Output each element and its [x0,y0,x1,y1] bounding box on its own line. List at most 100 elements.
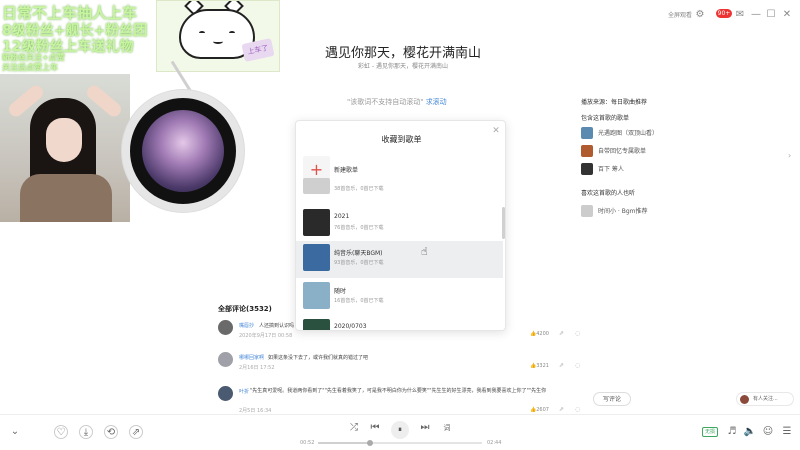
dialog-scrollbar[interactable] [502,207,505,239]
related-playlist[interactable]: 自带回忆专属歌单 [581,144,646,157]
playlist-cover [303,178,330,194]
progress-bar[interactable] [318,440,482,446]
volume-icon[interactable]: 🔈 [743,425,757,439]
close-button[interactable]: ✕ [780,8,794,22]
new-playlist-label: 新建歌单 [334,167,359,174]
comment-likes[interactable]: 👍4200 [530,331,549,337]
playlist-meta: 38首音乐，0首已下载 [334,186,384,192]
playlist-name: 随时 [334,288,347,295]
share-icon[interactable]: ⇗ [559,330,564,337]
fullscreen-label[interactable]: 全屏观看 [668,10,692,19]
avatar [740,395,749,404]
play-source[interactable]: 播放来源：每日歌曲推荐 [581,97,647,106]
comment-user[interactable]: 叶折 [239,388,249,395]
webcam-face [46,118,82,162]
playlist-row[interactable]: 随时 16首音乐，0首已下载 [296,279,503,316]
follow-notice[interactable]: 有人关注... [736,392,794,406]
related-playlist[interactable]: 百下 筹人 [581,162,624,175]
playlist-cover [303,244,330,271]
maximize-button[interactable]: ☐ [764,8,778,22]
playlists-heading: 包含这首歌的歌单 [581,115,630,122]
similar-listener[interactable]: 时间小 · Bgm推荐 [581,204,648,217]
comments-heading: 全部评论(3532) [218,305,272,313]
pause-button[interactable]: ⏸ [391,421,409,439]
share-icon[interactable]: ⇗ [559,406,564,413]
playlist-cover [303,282,330,309]
chevron-down-icon[interactable]: ⌄ [8,425,22,439]
close-icon[interactable]: ✕ [491,126,501,136]
comment-text: "先生真可爱呢。我道两你看到了""先生看着我笑了，可是我不明白你为什么要笑""先… [250,388,547,394]
playlist-row[interactable]: 2021 76首音乐，0首已下载 [296,206,503,243]
like-count: 2607 [536,407,549,413]
comment-time: 2月5日 16:34 [239,408,272,414]
comment-likes[interactable]: 👍3321 [530,363,549,369]
reply-icon[interactable]: ◌ [575,406,580,413]
vip-badge[interactable]: 90+ [716,9,732,18]
stream-overlay-text: 日常不上车抽人上车 8级粉丝+舰长+粉丝团 12级粉丝上车送礼物 新粉丝关注+点… [0,0,160,72]
progress-fill [318,442,371,444]
album-cover [142,110,224,192]
playlist-thumb [581,162,593,175]
comment-item: 哪哪回家啊 如果这条没下去了，或许我们就真的错过了吧 2月16日 17:52 👍… [218,352,598,374]
add-to-playlist-dialog: 收藏到歌单 ✕ + 新建歌单 38首音乐，0首已下载 2021 76首音乐，0首… [295,120,506,331]
music-player-window: 全屏观看 ⚙ 90+ ✉ — ☐ ✕ 日常不上车抽人上车 8级粉丝+舰长+粉丝团… [0,0,800,450]
comment-time: 2020年9月17日 00:58 [239,333,293,339]
cat-sticker: 上车了 [156,0,280,72]
playlist-thumb [581,144,593,157]
avatar[interactable] [218,352,233,367]
cat-mouth-icon [213,39,223,44]
playlist-meta: 16首音乐，0首已下载 [334,298,384,304]
like-count: 3321 [536,363,549,369]
comment-icon[interactable]: ⟲ [104,425,118,439]
share-icon[interactable]: ⇗ [559,362,564,369]
avatar[interactable] [218,386,233,401]
song-title: 遇见你那天，樱花开满南山 [325,46,482,61]
comment-user[interactable]: 哪哪回家啊 [239,354,264,361]
next-icon[interactable]: ⏭ [418,421,432,435]
listener-avatar [581,204,593,217]
playlist-icon[interactable]: ☰ [780,425,794,439]
request-scroll-link[interactable]: 求滚动 [426,98,447,106]
follow-notice-label: 有人关注... [753,396,778,402]
playlist-row-hovered[interactable]: 纯音乐(聊天BGM) 93首音乐，0首已下载 [296,241,503,278]
like-count: 4200 [536,331,549,337]
playlist-name: 光遇跑图（双顶山看） [598,130,659,137]
dialog-title: 收藏到歌单 [381,135,422,144]
playlist-name: 纯音乐(聊天BGM) [334,250,383,257]
playlist-name: 自带回忆专属歌单 [598,148,647,155]
cat-eye-icon [229,31,235,35]
total-time: 02:44 [487,440,502,446]
quality-badge[interactable]: 无损 [702,427,718,437]
lyric-note-text: "该歌词不支持自动滚动" [347,98,424,106]
playlist-name: 2021 [334,213,350,220]
related-playlist[interactable]: 光遇跑图（双顶山看） [581,126,658,139]
reply-icon[interactable]: ◌ [575,330,580,337]
cat-eye-icon [199,31,205,35]
comment-time: 2月16日 17:52 [239,365,275,371]
webcam-feed [0,74,130,222]
listen-together-icon[interactable]: ☺ [761,425,775,439]
shuffle-icon[interactable]: ⤮ [347,421,361,435]
listeners-heading: 喜欢这首歌的人也听 [581,190,636,197]
heart-icon[interactable]: ♡ [54,425,68,439]
sound-effect-icon[interactable]: ♬ [725,425,739,439]
overlay-line: 关注后点赞上车 [2,63,58,72]
comment-likes[interactable]: 👍2607 [530,407,549,413]
write-comment-button[interactable]: 写评论 [593,392,631,406]
share-icon[interactable]: ⇗ [129,425,143,439]
download-icon[interactable]: ⤓ [79,425,93,439]
lyrics-button[interactable]: 词 [440,421,454,435]
comment-user[interactable]: 嘴唇抄 [239,322,254,329]
mail-icon[interactable]: ✉ [733,8,747,22]
minimize-button[interactable]: — [749,8,763,22]
playlist-cover [303,209,330,236]
progress-handle[interactable] [367,440,374,446]
chevron-right-icon[interactable]: › [788,151,791,160]
comment-text: 人还搞到认识吗 [259,323,295,329]
previous-icon[interactable]: ⏮ [368,421,382,435]
playlist-meta: 76首音乐，0首已下载 [334,225,384,231]
avatar[interactable] [218,320,233,335]
reply-icon[interactable]: ◌ [575,362,580,369]
settings-icon[interactable]: ⚙ [693,8,707,22]
listener-name: 时间小 · Bgm推荐 [598,208,648,215]
